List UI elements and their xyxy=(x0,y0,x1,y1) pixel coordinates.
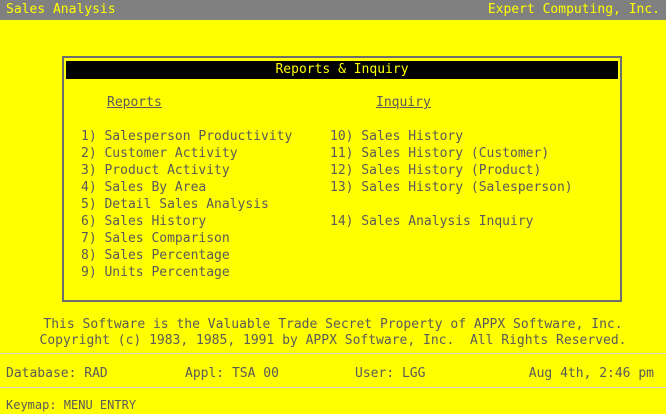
menu-item-customer-activity[interactable]: 2) Customer Activity xyxy=(81,146,238,162)
menu-item-sales-history-report[interactable]: 6) Sales History xyxy=(81,214,206,230)
appl-status: Appl: TSA 00 xyxy=(185,366,279,381)
database-status: Database: RAD xyxy=(6,366,108,381)
menu-item-product-activity[interactable]: 3) Product Activity xyxy=(81,163,230,179)
menu-item-sales-comparison[interactable]: 7) Sales Comparison xyxy=(81,231,230,247)
menu-item-sales-history-salesperson[interactable]: 13) Sales History (Salesperson) xyxy=(330,180,573,196)
menu-title: Reports & Inquiry xyxy=(66,61,618,79)
company-name: Expert Computing, Inc. xyxy=(487,2,660,17)
menu-item-sales-percentage[interactable]: 8) Sales Percentage xyxy=(81,248,230,264)
datetime-status: Aug 4th, 2:46 pm xyxy=(528,366,654,381)
status-divider-bottom xyxy=(0,387,666,388)
menu-item-salesperson-productivity[interactable]: 1) Salesperson Productivity xyxy=(81,129,292,145)
app-title: Sales Analysis xyxy=(6,2,116,17)
menu-item-sales-analysis-inquiry[interactable]: 14) Sales Analysis Inquiry xyxy=(330,214,534,230)
menu-item-sales-history-product[interactable]: 12) Sales History (Product) xyxy=(330,163,541,179)
reports-heading: Reports xyxy=(107,95,162,110)
menu-item-sales-history-inquiry[interactable]: 10) Sales History xyxy=(330,129,463,145)
status-divider-top xyxy=(0,353,666,354)
user-status: User: LGG xyxy=(355,366,426,381)
inquiry-heading: Inquiry xyxy=(376,95,431,110)
keymap-status: Keymap: MENU ENTRY xyxy=(6,398,137,412)
menu-item-units-percentage[interactable]: 9) Units Percentage xyxy=(81,265,230,281)
notice-line-1: This Software is the Valuable Trade Secr… xyxy=(43,317,623,332)
title-bar: Sales Analysis Expert Computing, Inc. xyxy=(0,0,666,20)
notice-line-2: Copyright (c) 1983, 1985, 1991 by APPX S… xyxy=(39,333,627,348)
menu-item-sales-history-customer[interactable]: 11) Sales History (Customer) xyxy=(330,146,549,162)
menu-item-sales-by-area[interactable]: 4) Sales By Area xyxy=(81,180,206,196)
menu-item-detail-sales-analysis[interactable]: 5) Detail Sales Analysis xyxy=(81,197,269,213)
